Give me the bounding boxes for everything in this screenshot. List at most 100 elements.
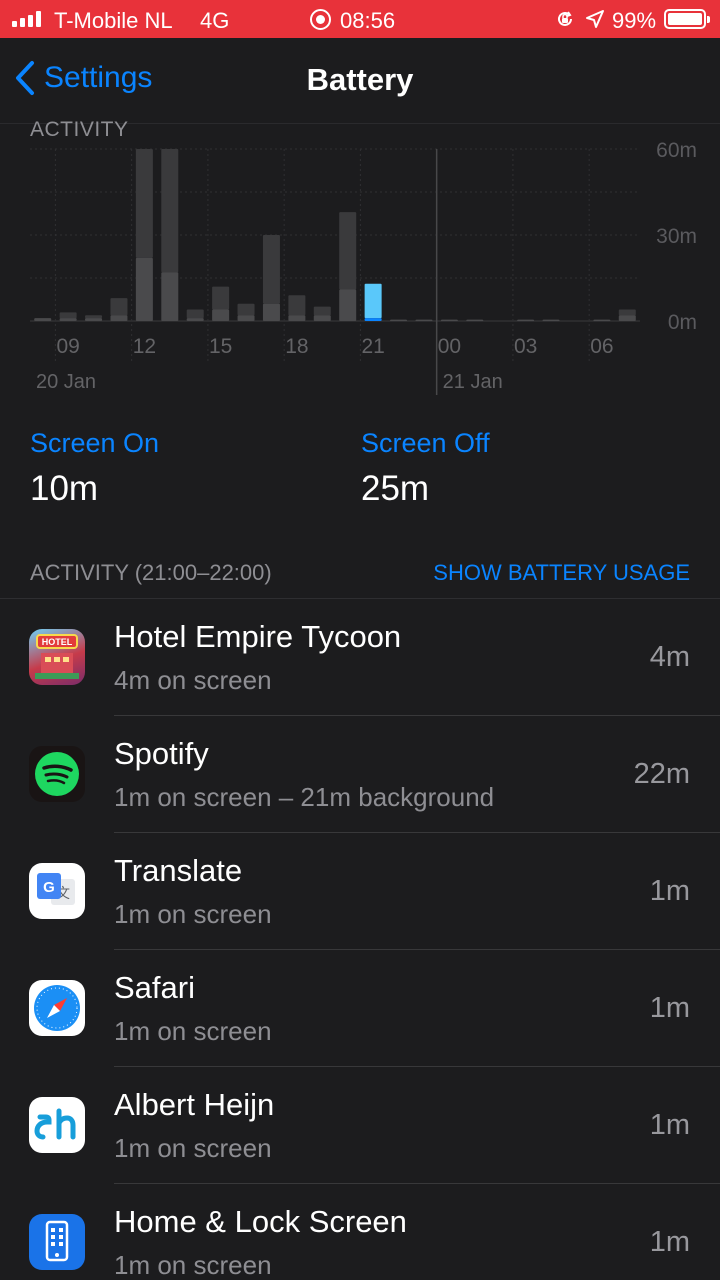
app-detail: 4m on screen <box>114 665 272 695</box>
section-header-activity: ACTIVITY <box>30 118 129 141</box>
date-label: 20 Jan <box>36 371 96 393</box>
x-tick-label: 12 <box>133 335 156 358</box>
bar-screen-on <box>161 272 179 321</box>
network-type: 4G <box>200 8 230 33</box>
screen-off-stat: Screen Off 25m <box>361 428 490 509</box>
screen-off-label: Screen Off <box>361 428 490 458</box>
x-tick-label: 09 <box>56 335 79 358</box>
app-usage: 1m <box>649 1109 690 1141</box>
bar-screen-on <box>593 319 611 322</box>
app-usage: 1m <box>649 1226 690 1258</box>
bar-screen-off <box>237 303 255 316</box>
show-battery-usage-button[interactable]: SHOW BATTERY USAGE <box>433 560 690 586</box>
svg-text:G: G <box>43 879 55 896</box>
safari-icon <box>29 980 85 1036</box>
screen-off-value: 25m <box>361 469 430 508</box>
x-tick-label: 06 <box>590 335 613 358</box>
app-usage: 1m <box>649 992 690 1024</box>
app-detail: 1m on screen <box>114 1250 272 1280</box>
list-item-translate[interactable]: 文 G Translate 1m on screen 1m <box>0 833 720 950</box>
bar-screen-on <box>415 319 433 322</box>
battery-percentage: 99% <box>612 8 657 33</box>
bar-screen-off <box>110 298 128 316</box>
screen-on-value: 10m <box>30 469 99 508</box>
bar-screen-off <box>85 315 103 319</box>
app-detail: 1m on screen – 21m background <box>114 782 495 812</box>
bar-screen-on <box>237 315 255 321</box>
selected-bar-screen-off <box>364 283 382 319</box>
y-tick-label: 60m <box>656 140 697 162</box>
hotel-logo-text: HOTEL <box>42 637 73 647</box>
y-tick-label: 0m <box>668 311 697 334</box>
status-time: 08:56 <box>340 8 396 33</box>
bar-screen-on <box>288 315 306 321</box>
list-item-safari[interactable]: Safari 1m on screen 1m <box>0 950 720 1067</box>
bar-screen-on <box>186 318 204 321</box>
navigation-bar: Settings Battery <box>0 38 720 124</box>
bar-screen-on <box>110 315 128 321</box>
app-name: Albert Heijn <box>114 1087 275 1122</box>
hotel-empire-tycoon-icon: HOTEL <box>29 629 85 685</box>
bar-screen-on <box>390 319 408 322</box>
translate-icon: 文 G <box>29 863 85 919</box>
x-tick-label: 15 <box>209 335 232 358</box>
bar-screen-off <box>161 149 179 273</box>
battery-icon <box>664 9 710 29</box>
bar-screen-on <box>212 309 230 321</box>
orientation-lock-icon <box>555 9 575 35</box>
bar-screen-on <box>618 315 636 321</box>
app-name: Home & Lock Screen <box>114 1204 407 1239</box>
x-tick-label: 18 <box>285 335 308 358</box>
bar-screen-on <box>34 318 52 321</box>
list-item-hotel-empire-tycoon[interactable]: HOTEL Hotel Empire Tycoon 4m on screen 4… <box>0 599 720 716</box>
bar-screen-off <box>135 149 153 258</box>
carrier-name: T-Mobile NL <box>54 8 173 33</box>
app-usage: 4m <box>649 641 690 673</box>
app-name: Translate <box>114 853 243 888</box>
bar-screen-off <box>59 312 77 319</box>
app-detail: 1m on screen <box>114 1133 272 1163</box>
screen-on-stat: Screen On 10m <box>30 428 159 509</box>
bar-screen-on <box>542 319 560 322</box>
albert-heijn-icon <box>29 1097 85 1153</box>
app-usage: 1m <box>649 875 690 907</box>
bar-screen-off <box>186 309 204 319</box>
bar-screen-on <box>440 319 458 322</box>
bar-screen-off <box>262 235 280 304</box>
page-title: Battery <box>306 62 414 97</box>
bar-screen-on <box>59 318 77 321</box>
bar-screen-on <box>339 289 357 321</box>
activity-chart[interactable]: 60m 30m 0m 09 12 15 18 21 00 03 06 20 Jan 21 Jan <box>0 140 720 400</box>
bar-screen-on <box>135 257 153 321</box>
date-label: 21 Jan <box>443 371 503 393</box>
app-detail: 1m on screen <box>114 1016 272 1046</box>
list-item-spotify[interactable]: Spotify 1m on screen – 21m background 22… <box>0 716 720 833</box>
selected-bar-screen-on <box>364 318 382 321</box>
list-item-albert-heijn[interactable]: Albert Heijn 1m on screen 1m <box>0 1067 720 1184</box>
screen-on-label: Screen On <box>30 428 160 458</box>
app-name: Spotify <box>114 736 209 771</box>
home-lock-screen-icon <box>29 1214 85 1270</box>
bar-screen-on <box>85 318 103 321</box>
bar-screen-on <box>517 319 535 322</box>
bar-screen-on <box>466 319 484 322</box>
bar-screen-off <box>618 309 636 316</box>
bar-screen-off <box>288 295 306 316</box>
screen-recording-icon <box>310 9 331 30</box>
bar-screen-on <box>313 315 331 321</box>
activity-list-header: ACTIVITY (21:00–22:00) SHOW BATTERY USAG… <box>30 560 690 586</box>
activity-period-label: ACTIVITY (21:00–22:00) <box>30 560 272 585</box>
x-tick-label: 03 <box>514 335 537 358</box>
app-detail: 1m on screen <box>114 899 272 929</box>
x-tick-label: 00 <box>438 335 461 358</box>
app-activity-list: HOTEL Hotel Empire Tycoon 4m on screen 4… <box>0 599 720 1280</box>
cellular-signal-icon <box>12 11 41 27</box>
bar-screen-off <box>339 212 357 290</box>
app-name: Hotel Empire Tycoon <box>114 619 402 654</box>
bar-screen-on <box>262 303 280 321</box>
list-item-home-lock-screen[interactable]: Home & Lock Screen 1m on screen 1m <box>0 1184 720 1280</box>
status-bar: T-Mobile NL 4G 08:56 99% <box>0 0 720 38</box>
location-arrow-icon <box>585 9 605 35</box>
app-name: Safari <box>114 970 195 1005</box>
spotify-icon <box>29 746 85 802</box>
